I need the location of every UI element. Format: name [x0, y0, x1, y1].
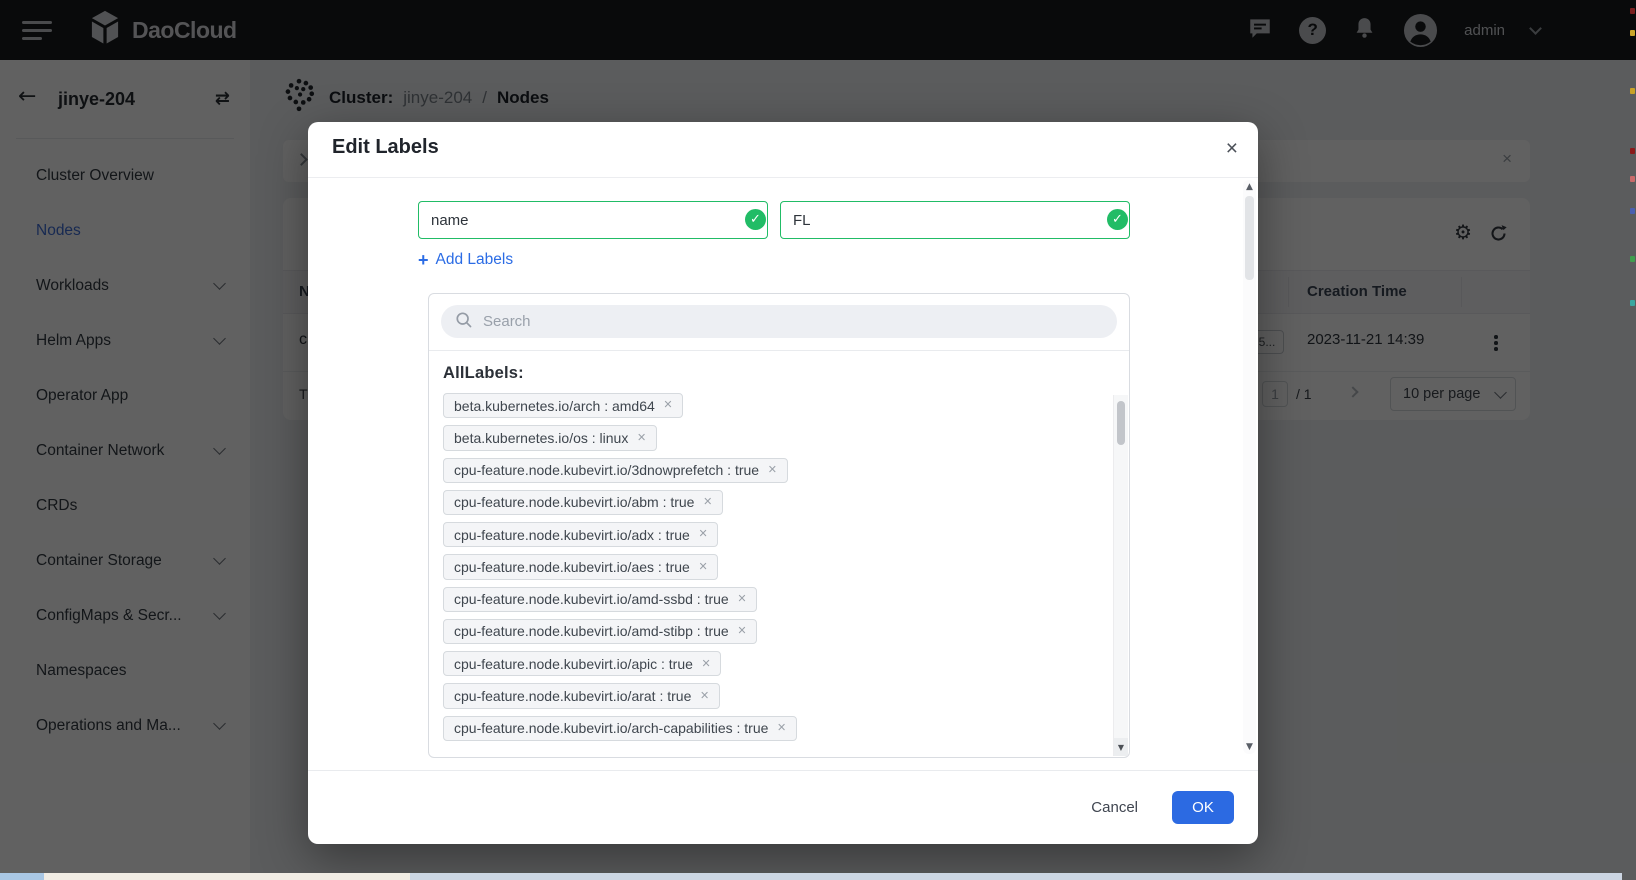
label-chip-text: beta.kubernetes.io/arch : amd64 [454, 398, 655, 414]
label-chip: cpu-feature.node.kubevirt.io/aes : true … [443, 554, 718, 579]
scroll-up-icon[interactable]: ▲ [1243, 182, 1256, 192]
search-row [429, 294, 1129, 351]
plus-icon: + [418, 251, 429, 269]
label-key-input[interactable] [418, 201, 768, 239]
scrollbar-thumb[interactable] [1245, 196, 1254, 280]
label-chip: cpu-feature.node.kubevirt.io/amd-stibp :… [443, 619, 757, 644]
label-chip: cpu-feature.node.kubevirt.io/arat : true… [443, 683, 720, 708]
app-root: DaoCloud ? admin ← jinye-204 ⇄ [0, 0, 1636, 880]
all-labels-heading: AllLabels: [443, 364, 1129, 383]
label-chip: cpu-feature.node.kubevirt.io/3dnowprefet… [443, 458, 788, 483]
remove-label-icon[interactable]: × [664, 398, 672, 413]
remove-label-icon[interactable]: × [700, 689, 708, 704]
label-chip-text: cpu-feature.node.kubevirt.io/arch-capabi… [454, 720, 768, 736]
all-labels-panel: AllLabels: beta.kubernetes.io/arch : amd… [428, 293, 1130, 758]
search-box[interactable] [441, 305, 1117, 338]
label-chip: cpu-feature.node.kubevirt.io/abm : true … [443, 490, 723, 515]
bottom-strip [410, 873, 1622, 880]
remove-label-icon[interactable]: × [738, 624, 746, 639]
valid-check-icon: ✓ [1107, 209, 1128, 230]
label-chip-text: cpu-feature.node.kubevirt.io/arat : true [454, 688, 691, 704]
remove-label-icon[interactable]: × [703, 495, 711, 510]
label-chip-text: cpu-feature.node.kubevirt.io/3dnowprefet… [454, 462, 759, 478]
label-chip-text: cpu-feature.node.kubevirt.io/amd-stibp :… [454, 623, 729, 639]
remove-label-icon[interactable]: × [702, 657, 710, 672]
search-icon [455, 311, 472, 333]
modal-header: Edit Labels × [308, 122, 1258, 178]
label-chip-text: cpu-feature.node.kubevirt.io/abm : true [454, 494, 694, 510]
add-labels-label: Add Labels [436, 251, 514, 269]
label-chip-text: cpu-feature.node.kubevirt.io/apic : true [454, 656, 693, 672]
bottom-strip [0, 873, 44, 880]
scrollbar-thumb[interactable] [1117, 401, 1125, 445]
cancel-button[interactable]: Cancel [1091, 799, 1138, 816]
scroll-down-icon[interactable]: ▼ [1114, 738, 1128, 756]
remove-label-icon[interactable]: × [738, 592, 746, 607]
label-chip: beta.kubernetes.io/arch : amd64 × [443, 393, 683, 418]
valid-check-icon: ✓ [745, 209, 766, 230]
labels-list: beta.kubernetes.io/arch : amd64 × beta.k… [443, 393, 1129, 741]
label-chip-text: beta.kubernetes.io/os : linux [454, 430, 628, 446]
label-chip: cpu-feature.node.kubevirt.io/amd-ssbd : … [443, 587, 757, 612]
label-chip: cpu-feature.node.kubevirt.io/arch-capabi… [443, 716, 797, 741]
bottom-strip [44, 873, 410, 880]
label-chip-text: cpu-feature.node.kubevirt.io/aes : true [454, 559, 690, 575]
remove-label-icon[interactable]: × [699, 560, 707, 575]
label-chip: cpu-feature.node.kubevirt.io/adx : true … [443, 522, 718, 547]
label-chip: cpu-feature.node.kubevirt.io/apic : true… [443, 651, 721, 676]
remove-label-icon[interactable]: × [768, 463, 776, 478]
remove-label-icon[interactable]: × [777, 721, 785, 736]
label-chip-text: cpu-feature.node.kubevirt.io/amd-ssbd : … [454, 591, 729, 607]
ok-button[interactable]: OK [1172, 791, 1234, 824]
label-chip-text: cpu-feature.node.kubevirt.io/adx : true [454, 527, 690, 543]
scroll-down-icon[interactable]: ▼ [1243, 742, 1256, 752]
remove-label-icon[interactable]: × [637, 431, 645, 446]
add-labels-button[interactable]: + Add Labels [418, 251, 513, 269]
modal-scrollbar[interactable]: ▲ ▼ [1243, 180, 1256, 754]
browser-scrollbar-minimap[interactable] [1629, 0, 1636, 880]
search-input[interactable] [481, 312, 1064, 331]
modal-footer: Cancel OK [308, 770, 1258, 844]
modal-title: Edit Labels [332, 136, 439, 159]
remove-label-icon[interactable]: × [699, 527, 707, 542]
labels-scrollbar[interactable]: ▼ [1113, 395, 1128, 756]
label-value-input[interactable] [780, 201, 1130, 239]
edit-labels-modal: Edit Labels × ✓ ✓ + Add Labels AllLabels… [308, 122, 1258, 844]
close-icon[interactable]: × [1226, 135, 1238, 162]
label-chip: beta.kubernetes.io/os : linux × [443, 425, 657, 450]
